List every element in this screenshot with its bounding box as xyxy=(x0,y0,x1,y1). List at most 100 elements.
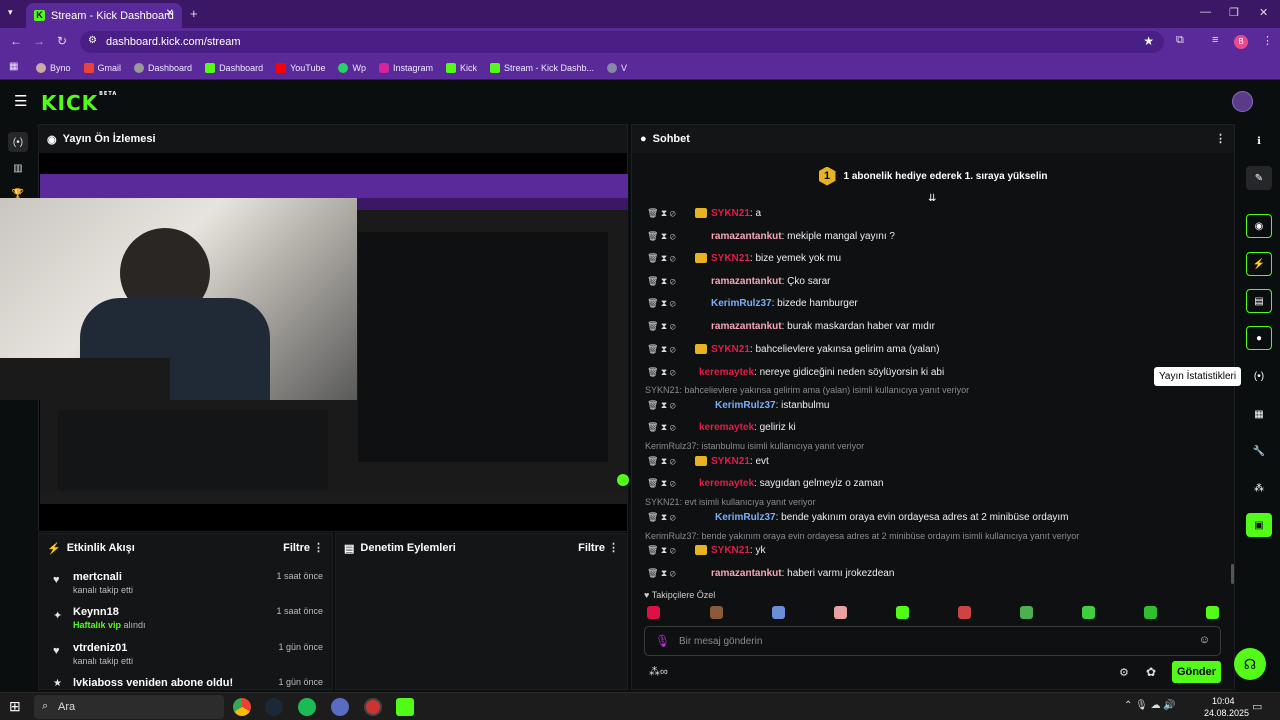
mod-actions-icon[interactable]: 🗑 ⧗ ⊘ xyxy=(647,298,687,309)
reload-icon[interactable]: ↻ xyxy=(57,34,67,48)
preview-toggle-icon[interactable]: ◉ xyxy=(1246,214,1272,238)
points-rail-icon[interactable]: ⁂ xyxy=(1246,476,1272,500)
kick-app-icon[interactable] xyxy=(396,698,414,716)
points-icon[interactable]: ⁂∞ xyxy=(649,665,668,678)
clips-icon[interactable]: ▣ xyxy=(1246,513,1272,537)
browser-menu-icon[interactable]: ⋮ xyxy=(1262,34,1273,47)
stream-nav-icon[interactable]: (•) xyxy=(8,132,28,152)
emoji-icon[interactable]: ☺ xyxy=(1199,634,1210,646)
chat-scrollbar[interactable] xyxy=(1231,564,1234,584)
chat-message[interactable]: 🗑 ⧗ ⊘ KerimRulz37: istanbulmu xyxy=(647,396,1217,414)
stream-stats-icon[interactable]: (•) xyxy=(1246,364,1272,388)
mod-actions-icon[interactable]: 🗑 ⧗ ⊘ xyxy=(647,422,687,433)
tab-search-icon[interactable]: ▾ xyxy=(8,7,13,18)
emote-icon[interactable] xyxy=(834,606,847,619)
url-input[interactable]: ⚙ dashboard.kick.com/stream ★ xyxy=(80,31,1164,53)
analytics-nav-icon[interactable]: ▥ xyxy=(8,158,28,178)
clock-time[interactable]: 10:04 xyxy=(1212,696,1235,706)
mod-actions-icon[interactable]: 🗑 ⧗ ⊘ xyxy=(647,456,687,467)
bookmark-item[interactable]: Byno xyxy=(36,62,71,73)
tab-close-icon[interactable]: ✕ xyxy=(166,8,174,19)
bookmark-item[interactable]: Dashboard xyxy=(205,62,263,73)
tools-icon[interactable]: 🔧 xyxy=(1246,439,1272,463)
emote-icon[interactable] xyxy=(1082,606,1095,619)
chat-input[interactable]: 🎙 Bir mesaj gönderin ☺ xyxy=(644,626,1221,656)
emote-icon[interactable] xyxy=(772,606,785,619)
app-icon[interactable] xyxy=(331,698,349,716)
emote-icon[interactable] xyxy=(1206,606,1219,619)
activity-filter-button[interactable]: Filtre xyxy=(283,542,310,554)
emote-icon[interactable] xyxy=(896,606,909,619)
steam-icon[interactable] xyxy=(265,698,283,716)
chat-toggle-icon[interactable]: ● xyxy=(1246,326,1272,350)
chat-message[interactable]: 🗑 ⧗ ⊘ ramazantankut: haberi varmı jrokezd… xyxy=(647,564,1217,582)
mod-actions-icon[interactable]: 🗑 ⧗ ⊘ xyxy=(647,231,687,242)
maximize-icon[interactable]: ❐ xyxy=(1229,6,1239,19)
mod-actions-icon[interactable]: 🗑 ⧗ ⊘ xyxy=(647,321,687,332)
emote-icon[interactable] xyxy=(958,606,971,619)
gift-icon[interactable]: ✿ xyxy=(1146,665,1156,679)
mod-actions-icon[interactable]: 🗑 ⧗ ⊘ xyxy=(647,512,687,523)
mod-actions-icon[interactable]: 🗑 ⧗ ⊘ xyxy=(647,478,687,489)
chat-message[interactable]: 🗑 ⧗ ⊘ keremaytek: geliriz ki xyxy=(647,418,1217,436)
obs-icon[interactable] xyxy=(364,698,382,716)
bookmark-item[interactable]: V xyxy=(607,62,627,73)
bookmark-item[interactable]: Instagram xyxy=(378,62,433,73)
browser-tab[interactable]: K Stream - Kick Dashboard ✕ xyxy=(26,3,182,28)
mod-actions-icon[interactable]: 🗑 ⧗ ⊘ xyxy=(647,344,687,355)
microphone-icon[interactable]: 🎙 xyxy=(655,634,670,648)
info-icon[interactable]: ℹ xyxy=(1246,129,1272,153)
activity-menu-icon[interactable]: ⋮ xyxy=(313,541,324,554)
layout-icon[interactable]: ▦ xyxy=(1246,402,1272,426)
new-tab-icon[interactable]: + xyxy=(190,6,198,21)
activity-toggle-icon[interactable]: ⚡ xyxy=(1246,252,1272,276)
moderation-filter-button[interactable]: Filtre xyxy=(578,542,605,554)
kick-logo[interactable]: KICKBETA xyxy=(41,91,117,115)
windows-start-icon[interactable]: ⊞ xyxy=(9,698,21,715)
spotify-icon[interactable] xyxy=(298,698,316,716)
mod-actions-icon[interactable]: 🗑 ⧗ ⊘ xyxy=(647,253,687,264)
mod-actions-icon[interactable]: 🗑 ⧗ ⊘ xyxy=(647,568,687,579)
emote-icon[interactable] xyxy=(1020,606,1033,619)
apps-grid-icon[interactable]: ▦ xyxy=(9,61,18,72)
emote-icon[interactable] xyxy=(647,606,660,619)
mod-actions-icon[interactable]: 🗑 ⧗ ⊘ xyxy=(647,400,687,411)
chat-message[interactable]: 🗑 ⧗ ⊘ ramazantankut: mekiple mangal yayın… xyxy=(647,227,1217,245)
bookmark-item[interactable]: Wp xyxy=(338,62,366,73)
chat-message[interactable]: 🗑 ⧗ ⊘ KerimRulz37: bende yakınım oraya ev… xyxy=(647,508,1217,526)
bookmark-item[interactable]: Kick xyxy=(446,62,477,73)
chat-message[interactable]: 🗑 ⧗ ⊘ ramazantankut: burak maskardan habe… xyxy=(647,317,1217,335)
bookmark-item[interactable]: Stream - Kick Dashb... xyxy=(490,62,594,73)
chat-menu-icon[interactable]: ⋮ xyxy=(1215,132,1226,145)
taskbar-search[interactable]: ⌕ Ara xyxy=(34,695,224,719)
forward-icon[interactable]: → xyxy=(33,34,45,48)
support-chat-icon[interactable]: ☊ xyxy=(1234,648,1266,680)
hamburger-menu-icon[interactable]: ☰ xyxy=(14,92,27,110)
tray-icons[interactable]: ⌃ 🎙 ☁ 🔊 xyxy=(1124,700,1176,711)
media-icon[interactable]: ≡ xyxy=(1212,34,1218,46)
close-window-icon[interactable]: ✕ xyxy=(1259,6,1268,19)
chrome-icon[interactable] xyxy=(233,698,251,716)
chat-settings-icon[interactable]: ⚙ xyxy=(1119,666,1129,679)
chat-message[interactable]: 🗑 ⧗ ⊘ keremaytek: nereye gidiceğini neden… xyxy=(647,363,1217,381)
minimize-icon[interactable]: — xyxy=(1200,6,1211,18)
emote-icon[interactable] xyxy=(710,606,723,619)
send-button[interactable]: Gönder xyxy=(1172,661,1221,683)
chat-message[interactable]: 🗑 ⧗ ⊘ SYKN21: a xyxy=(647,204,1217,222)
notifications-icon[interactable]: ▭ xyxy=(1252,700,1262,713)
bookmark-item[interactable]: YouTube xyxy=(276,62,325,73)
chat-message[interactable]: 🗑 ⧗ ⊘ SYKN21: evt xyxy=(647,452,1217,470)
chat-message[interactable]: 🗑 ⧗ ⊘ keremaytek: saygıdan gelmeyiz o zam… xyxy=(647,474,1217,492)
chat-message[interactable]: 🗑 ⧗ ⊘ SYKN21: bize yemek yok mu xyxy=(647,249,1217,267)
profile-avatar[interactable]: B xyxy=(1234,35,1248,49)
clock-date[interactable]: 24.08.2025 xyxy=(1204,708,1249,718)
bookmark-item[interactable]: Gmail xyxy=(83,62,121,73)
scroll-down-icon[interactable]: ⇊ xyxy=(928,193,936,204)
bookmark-star-icon[interactable]: ★ xyxy=(1143,34,1154,48)
chat-message[interactable]: 🗑 ⧗ ⊘ SYKN21: bahcelievlere yakınsa gelir… xyxy=(647,340,1217,358)
chat-message[interactable]: 🗑 ⧗ ⊘ KerimRulz37: bizede hamburger xyxy=(647,294,1217,312)
emote-icon[interactable] xyxy=(1144,606,1157,619)
mod-actions-icon[interactable]: 🗑 ⧗ ⊘ xyxy=(647,276,687,287)
chat-message[interactable]: 🗑 ⧗ ⊘ ramazantankut: Çko sarar xyxy=(647,272,1217,290)
back-icon[interactable]: ← xyxy=(10,34,22,48)
